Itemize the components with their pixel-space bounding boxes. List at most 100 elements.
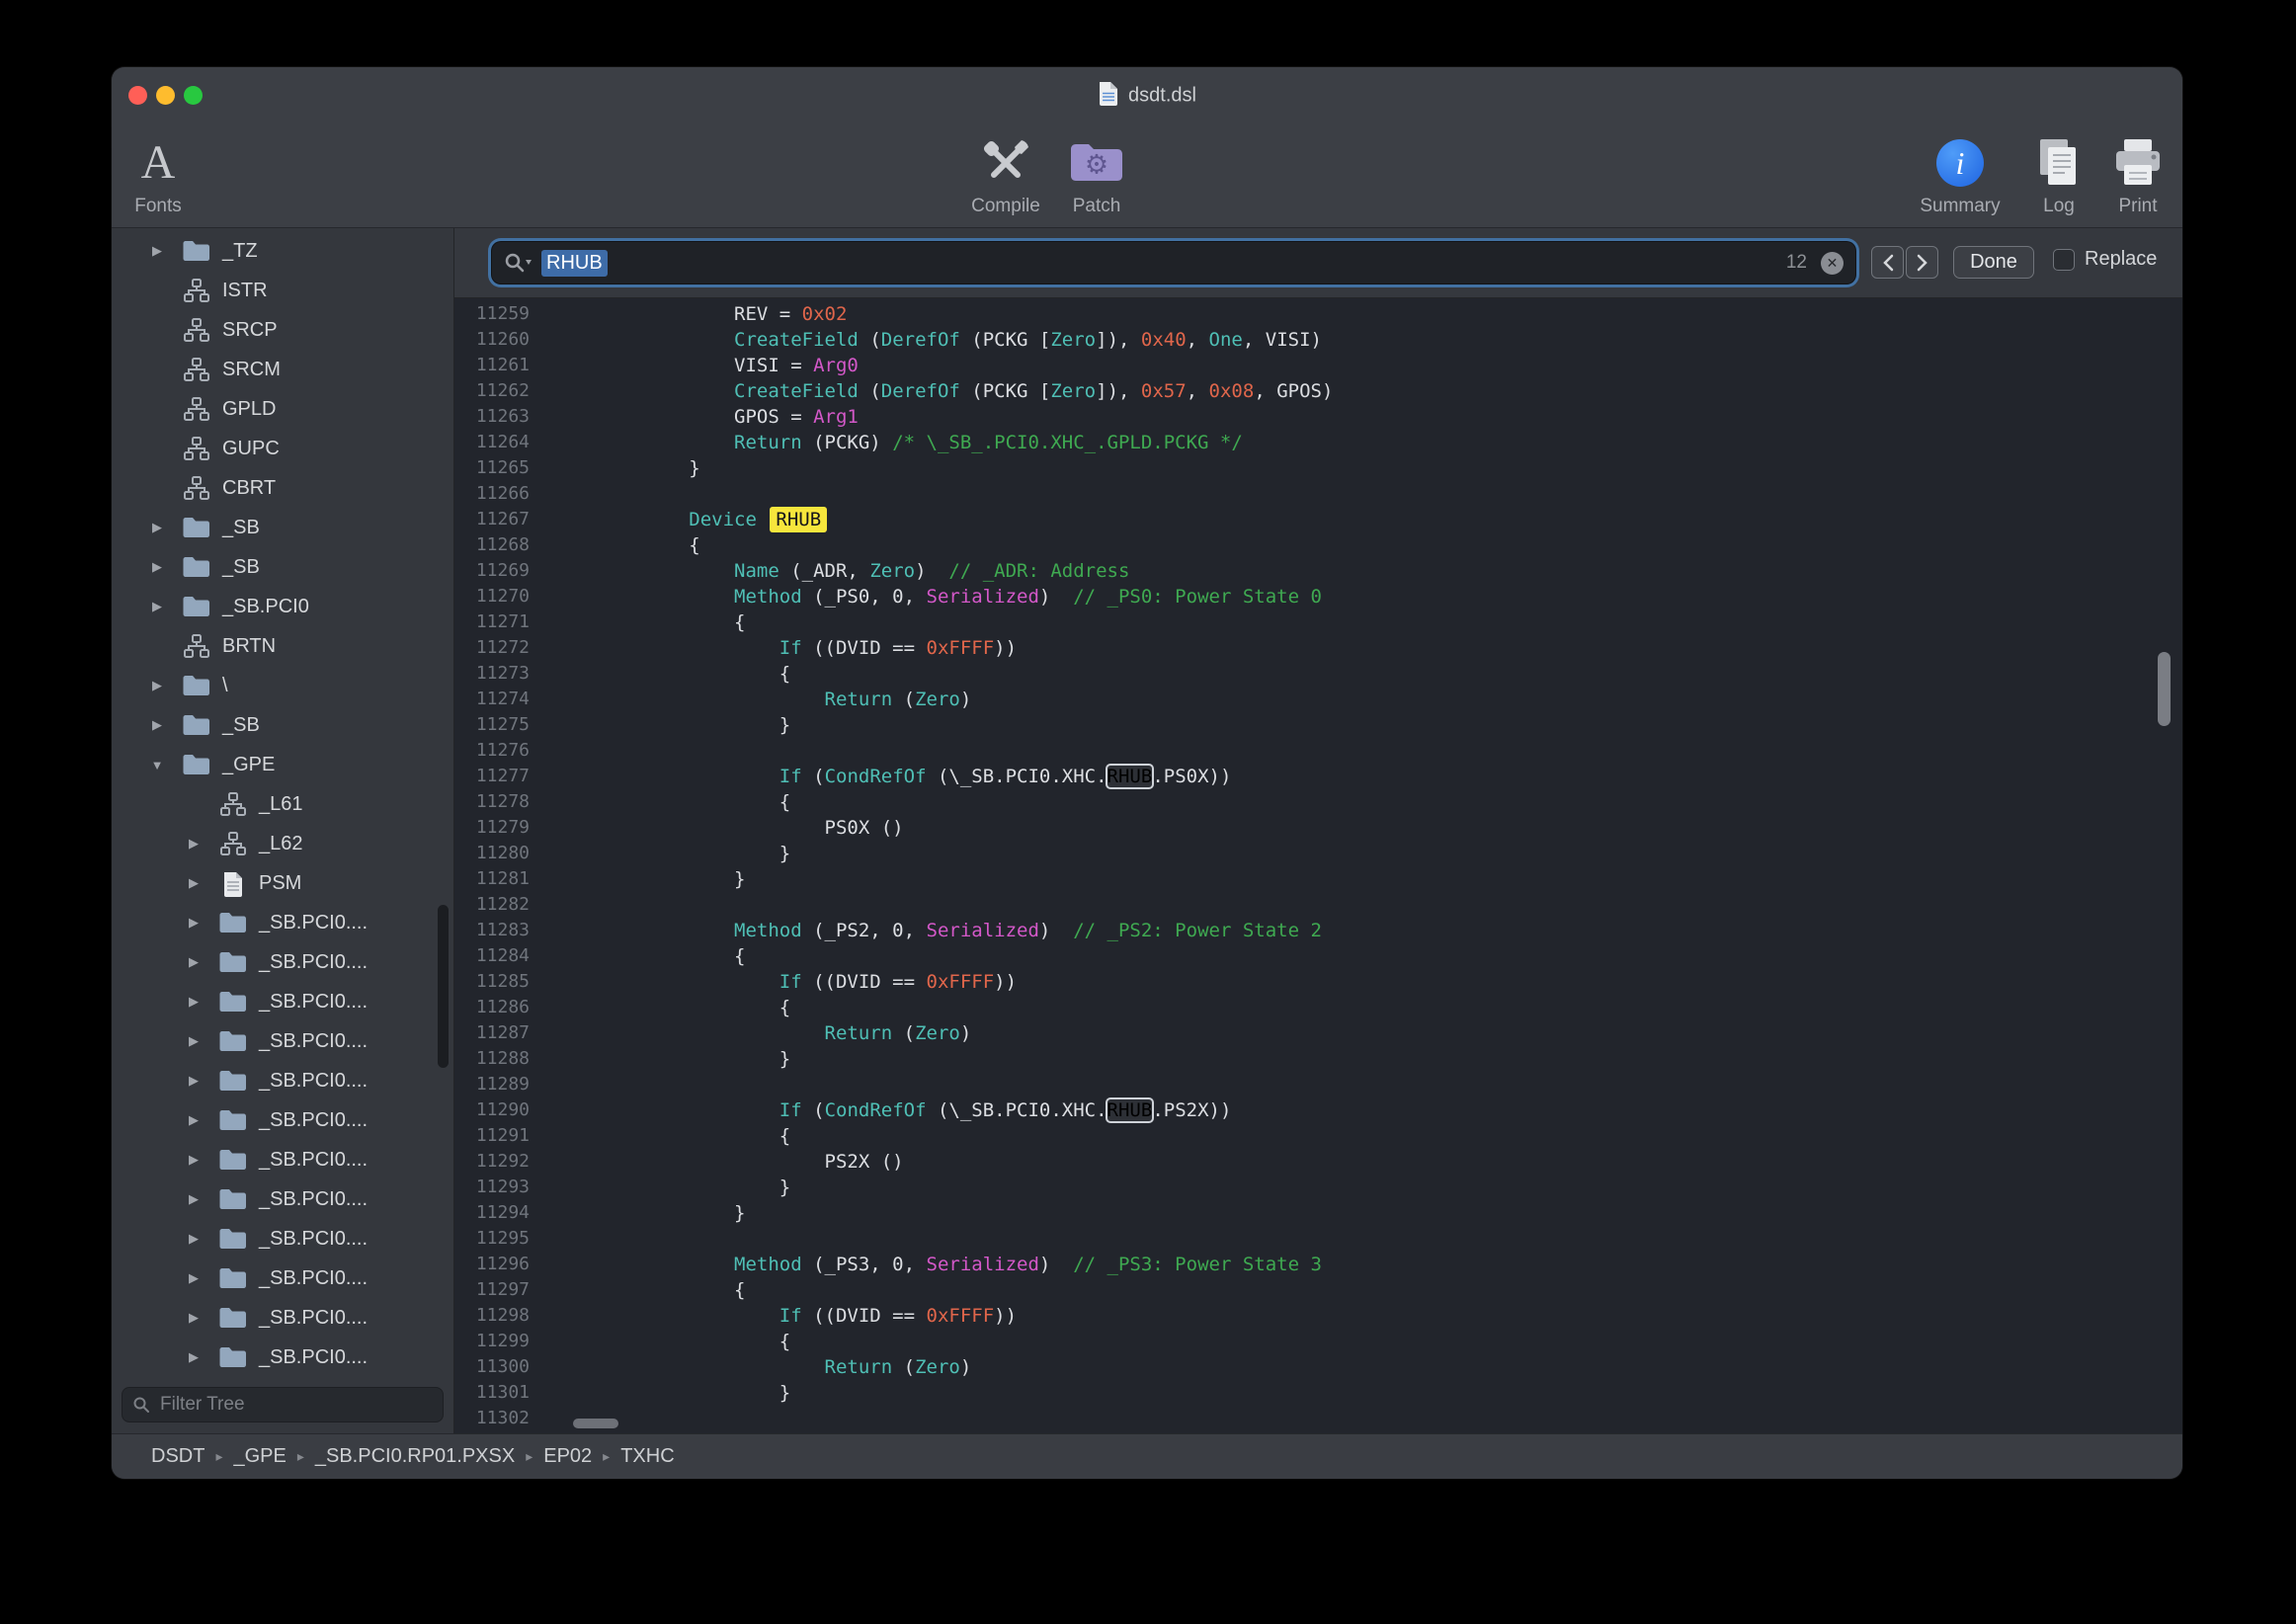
titlebar[interactable]: dsdt.dsl [112,67,2182,124]
editor-horizontal-scrollbar-thumb[interactable] [573,1419,618,1428]
code-line[interactable]: 11269 Name (_ADR, Zero) // _ADR: Address [454,558,2182,584]
code-line[interactable]: 11277 If (CondRefOf (\_SB.PCI0.XHC.RHUB.… [454,764,2182,789]
chevron-right-icon[interactable]: ▶ [176,1152,211,1168]
code-line[interactable]: 11289 [454,1072,2182,1097]
chevron-right-icon[interactable]: ▶ [176,1270,211,1286]
done-button[interactable]: Done [1953,246,2034,279]
find-previous-button[interactable] [1871,246,1904,279]
chevron-right-icon[interactable]: ▶ [139,678,175,693]
code-line[interactable]: 11263 GPOS = Arg1 [454,404,2182,430]
sidebar-item-sb[interactable]: ▶_SB [112,508,453,547]
summary-button[interactable]: i Summary [1906,134,2014,217]
code-editor[interactable]: 11259 REV = 0x0211260 CreateField (Deref… [454,298,2182,1433]
chevron-right-icon[interactable]: ▶ [176,1349,211,1365]
chevron-right-icon[interactable]: ▶ [176,1112,211,1128]
search-input[interactable]: RHUB 12 ✕ [492,242,1855,284]
code-line[interactable]: 11302 [454,1406,2182,1431]
code-line[interactable]: 11290 If (CondRefOf (\_SB.PCI0.XHC.RHUB.… [454,1097,2182,1123]
code-line[interactable]: 11287 Return (Zero) [454,1020,2182,1046]
sidebar-item-sb-pci0[interactable]: ▶_SB.PCI0.... [112,1338,453,1377]
chevron-right-icon[interactable]: ▶ [139,520,175,535]
breadcrumb-item[interactable]: TXHC [620,1445,674,1468]
code-line[interactable]: 11275 } [454,712,2182,738]
minimize-button[interactable] [156,86,175,105]
chevron-right-icon[interactable]: ▶ [176,1231,211,1247]
code-line[interactable]: 11264 Return (PCKG) /* \_SB_.PCI0.XHC_.G… [454,430,2182,455]
sidebar-item-gupc[interactable]: GUPC [112,429,453,468]
code-line[interactable]: 11274 Return (Zero) [454,687,2182,712]
code-line[interactable]: 11268 { [454,532,2182,558]
chevron-right-icon[interactable]: ▶ [176,1033,211,1049]
sidebar-item-sb-pci0[interactable]: ▶_SB.PCI0.... [112,1100,453,1140]
chevron-right-icon[interactable]: ▶ [176,994,211,1010]
code-line[interactable]: 11261 VISI = Arg0 [454,353,2182,378]
chevron-right-icon[interactable]: ▶ [176,915,211,931]
code-line[interactable]: 11266 [454,481,2182,507]
code-line[interactable]: 11280 } [454,841,2182,866]
code-line[interactable]: 11286 { [454,995,2182,1020]
code-line[interactable]: 11271 { [454,609,2182,635]
code-line[interactable]: 11300 Return (Zero) [454,1354,2182,1380]
breadcrumb-item[interactable]: EP02 [543,1445,592,1468]
breadcrumb-item[interactable]: DSDT [151,1445,205,1468]
sidebar-item-sb-pci0[interactable]: ▶_SB.PCI0.... [112,1140,453,1179]
code-line[interactable]: 11284 { [454,943,2182,969]
code-line[interactable]: 11297 { [454,1277,2182,1303]
code-line[interactable]: 11292 PS2X () [454,1149,2182,1175]
sidebar-item-l61[interactable]: _L61 [112,784,453,824]
code-line[interactable]: 11288 } [454,1046,2182,1072]
chevron-right-icon[interactable]: ▶ [176,1310,211,1326]
chevron-right-icon[interactable]: ▶ [139,559,175,575]
sidebar-item-istr[interactable]: ISTR [112,271,453,310]
sidebar-item-sb-pci0[interactable]: ▶_SB.PCI0.... [112,1179,453,1219]
sidebar-item-cbrt[interactable]: CBRT [112,468,453,508]
code-line[interactable]: 11295 [454,1226,2182,1252]
breadcrumb-item[interactable]: _GPE [233,1445,286,1468]
code-line[interactable]: 11281 } [454,866,2182,892]
sidebar-item-tz[interactable]: ▶_TZ [112,231,453,271]
filter-tree-input[interactable] [158,1393,433,1417]
sidebar-item-sb-pci0[interactable]: ▶_SB.PCI0.... [112,1259,453,1298]
zoom-button[interactable] [184,86,203,105]
patch-button[interactable]: ⚙ Patch [1042,134,1151,217]
editor-vertical-scrollbar-thumb[interactable] [2158,652,2171,726]
code-line[interactable]: 11267 Device RHUB [454,507,2182,532]
sidebar-item-srcp[interactable]: SRCP [112,310,453,350]
sidebar-item-srcm[interactable]: SRCM [112,350,453,389]
clear-search-icon[interactable]: ✕ [1821,252,1844,275]
code-line[interactable]: 11298 If ((DVID == 0xFFFF)) [454,1303,2182,1329]
sidebar-item-sb-pci0[interactable]: ▶_SB.PCI0.... [112,1061,453,1100]
search-options-icon[interactable] [504,252,533,274]
sidebar-item-sb-pci0[interactable]: ▶_SB.PCI0.... [112,1219,453,1259]
chevron-down-icon[interactable]: ▼ [139,758,175,772]
sidebar-item-root[interactable]: ▶\ [112,666,453,705]
close-button[interactable] [128,86,147,105]
code-line[interactable]: 11273 { [454,661,2182,687]
sidebar-scrollbar-thumb[interactable] [438,905,449,1068]
chevron-right-icon[interactable]: ▶ [176,836,211,852]
sidebar-item-sb-pci0[interactable]: ▶_SB.PCI0.... [112,1298,453,1338]
code-line[interactable]: 11294 } [454,1200,2182,1226]
sidebar-item-gpe[interactable]: ▼_GPE [112,745,453,784]
sidebar-item-sb-pci0[interactable]: ▶_SB.PCI0 [112,587,453,626]
find-next-button[interactable] [1906,246,1938,279]
breadcrumb-item[interactable]: _SB.PCI0.RP01.PXSX [315,1445,515,1468]
sidebar-item-gpld[interactable]: GPLD [112,389,453,429]
print-button[interactable]: Print [2084,134,2182,217]
sidebar-item-sb[interactable]: ▶_SB [112,705,453,745]
sidebar-item-sb[interactable]: ▶_SB [112,547,453,587]
code-line[interactable]: 11265 } [454,455,2182,481]
code-line[interactable]: 11260 CreateField (DerefOf (PCKG [Zero])… [454,327,2182,353]
code-line[interactable]: 11279 PS0X () [454,815,2182,841]
code-line[interactable]: 11278 { [454,789,2182,815]
chevron-right-icon[interactable]: ▶ [139,243,175,259]
code-line[interactable]: 11285 If ((DVID == 0xFFFF)) [454,969,2182,995]
chevron-right-icon[interactable]: ▶ [176,954,211,970]
sidebar-item-sb-pci0[interactable]: ▶_SB.PCI0.... [112,942,453,982]
code-line[interactable]: 11270 Method (_PS0, 0, Serialized) // _P… [454,584,2182,609]
code-line[interactable]: 11293 } [454,1175,2182,1200]
code-line[interactable]: 11262 CreateField (DerefOf (PCKG [Zero])… [454,378,2182,404]
code-line[interactable]: 11301 } [454,1380,2182,1406]
code-line[interactable]: 11299 { [454,1329,2182,1354]
chevron-right-icon[interactable]: ▶ [176,1073,211,1089]
